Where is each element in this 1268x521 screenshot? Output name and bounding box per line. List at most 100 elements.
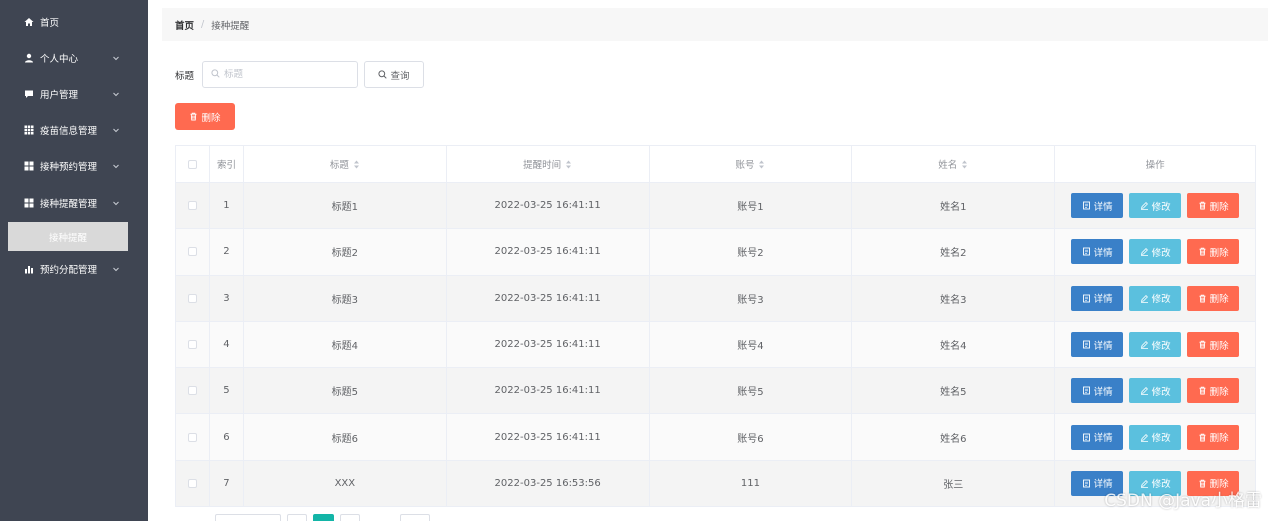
delete-button[interactable]: 删除 (1187, 332, 1240, 358)
sidebar-item-allocation[interactable]: 预约分配管理 (0, 251, 148, 287)
detail-button[interactable]: 详情 (1071, 378, 1124, 404)
document-icon (1082, 294, 1091, 303)
sidebar-item-home[interactable]: 首页 (0, 4, 148, 40)
search-input[interactable] (224, 69, 344, 80)
delete-label: 删除 (1209, 201, 1229, 213)
row-checkbox-cell (176, 414, 210, 461)
row-actions: 详情 修改 删除 (1055, 321, 1256, 369)
pagination (175, 514, 436, 521)
batch-delete-label: 删除 (201, 112, 221, 124)
edit-label: 修改 (1151, 433, 1171, 445)
search-label: 标题 (175, 71, 195, 82)
page-size-select[interactable] (215, 514, 281, 521)
row-checkbox-cell (176, 368, 210, 415)
edit-button[interactable]: 修改 (1129, 378, 1182, 404)
edit-button[interactable]: 修改 (1129, 424, 1182, 450)
delete-button[interactable]: 删除 (1187, 285, 1240, 311)
row-checkbox[interactable] (187, 340, 197, 350)
row-checkbox[interactable] (187, 293, 197, 303)
detail-button[interactable]: 详情 (1071, 424, 1124, 450)
row-index: 6 (209, 414, 244, 461)
row-name: 姓名4 (852, 321, 1056, 369)
sort-icon[interactable] (961, 160, 968, 169)
chevron-down-icon (112, 126, 120, 134)
row-checkbox-cell (176, 321, 210, 369)
sort-icon[interactable] (565, 160, 572, 169)
row-actions: 详情 修改 删除 (1055, 275, 1256, 322)
delete-button[interactable]: 删除 (1187, 378, 1240, 404)
header-account-label: 账号 (735, 160, 755, 171)
edit-button[interactable]: 修改 (1129, 285, 1182, 311)
header-time[interactable]: 提醒时间 (446, 146, 650, 183)
header-name[interactable]: 姓名 (852, 146, 1056, 183)
edit-label: 修改 (1151, 386, 1171, 398)
sidebar-item-appointment[interactable]: 接种预约管理 (0, 148, 148, 184)
detail-button[interactable]: 详情 (1071, 332, 1124, 358)
bar-chart-icon (24, 264, 34, 274)
jump-page-input[interactable] (400, 514, 430, 521)
trash-icon (1198, 386, 1207, 395)
sidebar-subitem-reminder[interactable]: 接种提醒 (8, 222, 128, 251)
header-title[interactable]: 标题 (243, 146, 447, 183)
edit-button[interactable]: 修改 (1129, 239, 1182, 265)
row-account: 账号5 (649, 368, 853, 415)
breadcrumb-separator: / (201, 19, 205, 30)
document-icon (1082, 340, 1091, 349)
chat-icon (24, 89, 34, 99)
detail-label: 详情 (1093, 294, 1113, 306)
sidebar-item-label: 首页 (40, 18, 60, 29)
delete-button[interactable]: 删除 (1187, 424, 1240, 450)
document-icon (1082, 247, 1091, 256)
detail-label: 详情 (1093, 433, 1113, 445)
delete-button[interactable]: 删除 (1187, 239, 1240, 265)
sidebar-item-vaccine[interactable]: 疫苗信息管理 (0, 112, 148, 148)
sort-icon[interactable] (353, 160, 360, 169)
next-page-button[interactable] (340, 514, 360, 521)
sidebar-item-reminder[interactable]: 接种提醒管理 (0, 185, 148, 221)
row-checkbox[interactable] (187, 478, 197, 488)
sidebar-item-label: 用户管理 (40, 90, 79, 101)
row-account: 111 (649, 460, 853, 508)
page-1-button[interactable] (313, 514, 334, 521)
delete-label: 删除 (1209, 433, 1229, 445)
row-checkbox[interactable] (187, 386, 197, 396)
detail-button[interactable]: 详情 (1071, 193, 1124, 219)
select-all-checkbox[interactable] (187, 159, 197, 169)
row-checkbox[interactable] (187, 201, 197, 211)
query-button[interactable]: 查询 (364, 61, 424, 88)
header-account[interactable]: 账号 (649, 146, 853, 183)
row-name: 姓名2 (852, 229, 1056, 276)
breadcrumb: 首页 / 接种提醒 (162, 8, 1268, 41)
document-icon (1082, 201, 1091, 210)
chevron-down-icon (112, 199, 120, 207)
document-icon (1082, 386, 1091, 395)
row-checkbox[interactable] (187, 432, 197, 442)
chevron-down-icon (112, 90, 120, 98)
edit-button[interactable]: 修改 (1129, 193, 1182, 219)
batch-delete-button[interactable]: 删除 (175, 103, 235, 130)
row-index: 7 (209, 460, 244, 508)
detail-button[interactable]: 详情 (1071, 239, 1124, 265)
header-time-label: 提醒时间 (523, 160, 562, 171)
row-name: 姓名1 (852, 183, 1056, 230)
detail-button[interactable]: 详情 (1071, 285, 1124, 311)
user-icon (24, 53, 34, 63)
chevron-down-icon (112, 265, 120, 273)
search-input-wrapper[interactable] (202, 61, 358, 88)
grid-icon (24, 125, 34, 135)
table-row: 2 标题2 2022-03-25 16:41:11 账号2 姓名2 详情 修改 … (176, 229, 1256, 276)
row-name: 姓名6 (852, 414, 1056, 461)
row-index: 2 (209, 229, 244, 276)
sidebar-item-profile[interactable]: 个人中心 (0, 40, 148, 76)
row-account: 账号1 (649, 183, 853, 230)
delete-label: 删除 (1209, 386, 1229, 398)
edit-button[interactable]: 修改 (1129, 332, 1182, 358)
prev-page-button[interactable] (287, 514, 307, 521)
delete-button[interactable]: 删除 (1187, 193, 1240, 219)
sidebar-item-users[interactable]: 用户管理 (0, 76, 148, 112)
breadcrumb-home[interactable]: 首页 (175, 18, 194, 32)
sort-icon[interactable] (758, 160, 765, 169)
row-checkbox[interactable] (187, 247, 197, 257)
edit-label: 修改 (1151, 247, 1171, 259)
document-icon (1082, 433, 1091, 442)
